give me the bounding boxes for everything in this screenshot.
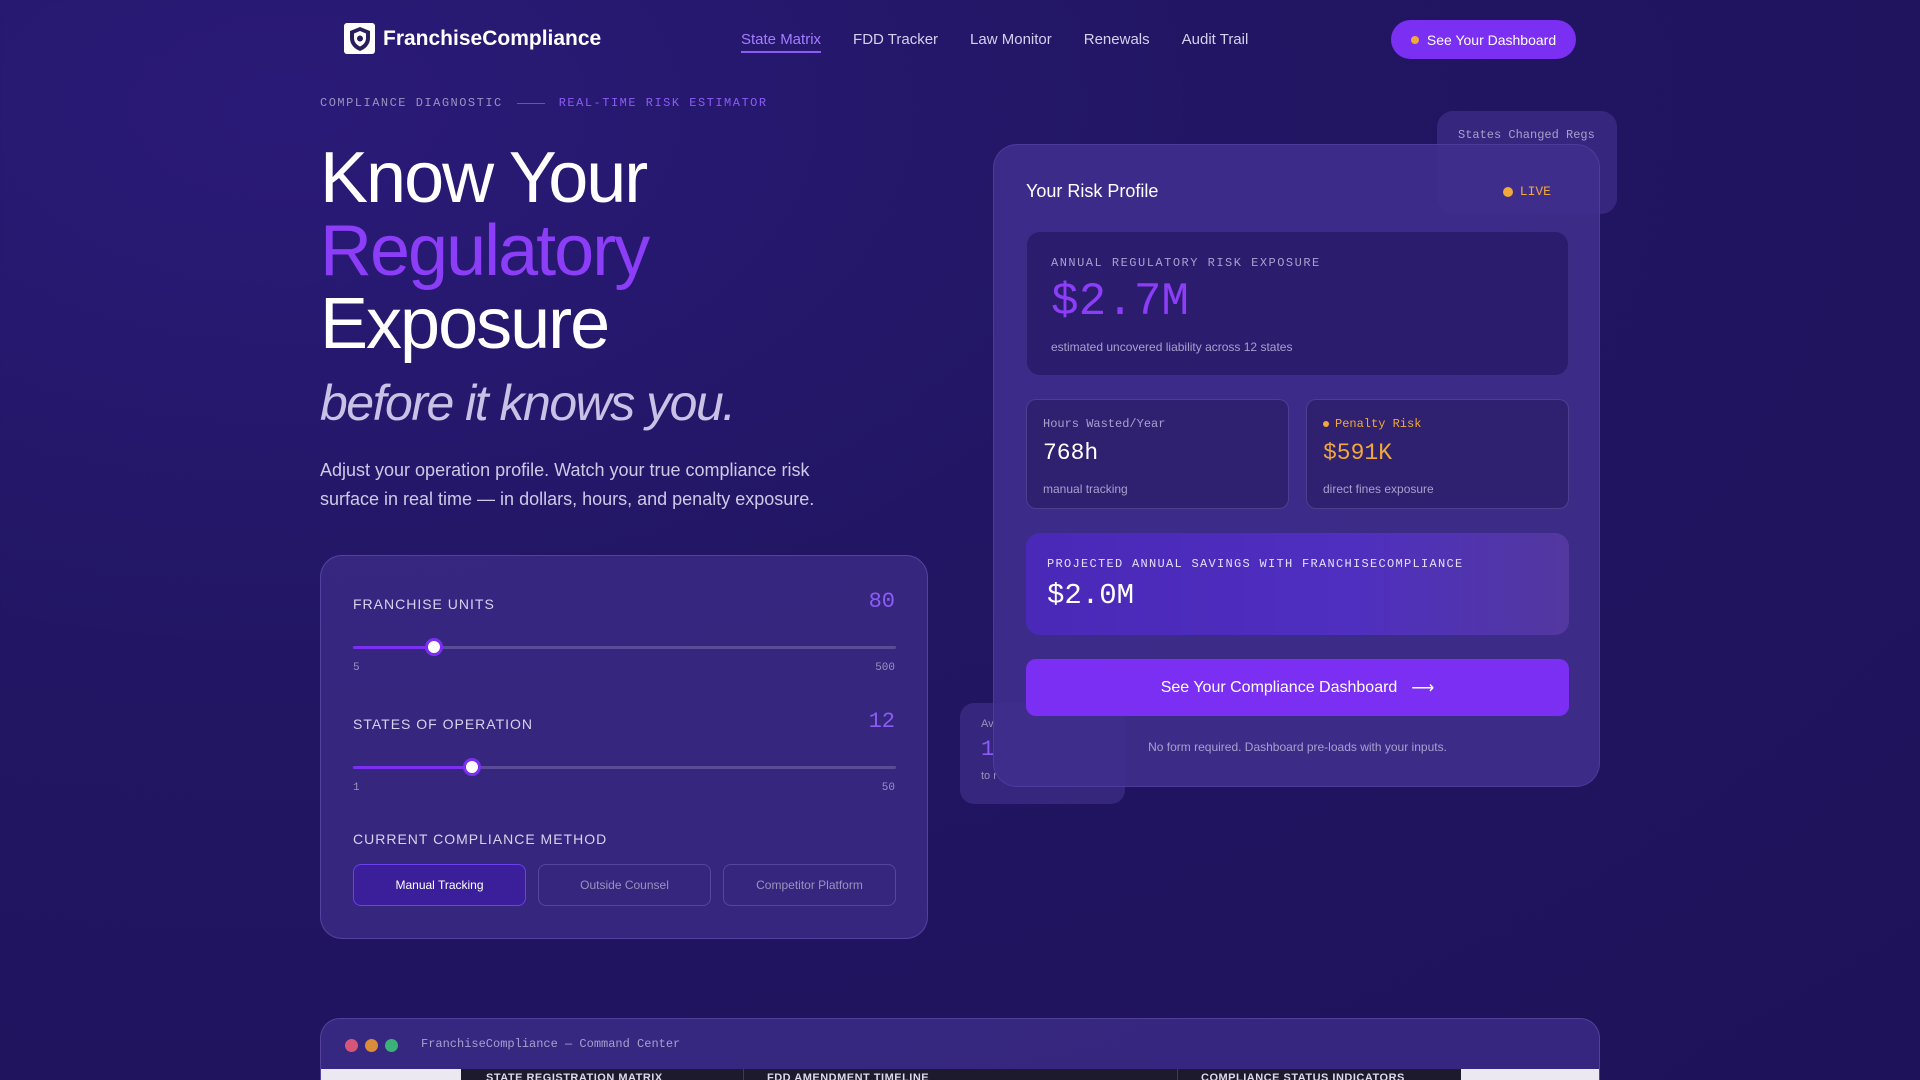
penalty-value: $591K bbox=[1323, 440, 1393, 466]
preview-column-3: COMPLIANCE STATUS INDICATORS bbox=[1201, 1072, 1405, 1080]
hours-note: manual tracking bbox=[1043, 482, 1128, 496]
nav-link-state-matrix[interactable]: State Matrix bbox=[741, 31, 822, 53]
method-label: CURRENT COMPLIANCE METHOD bbox=[353, 831, 608, 847]
live-badge: LIVE bbox=[1502, 184, 1551, 199]
exposure-label: ANNUAL REGULATORY RISK EXPOSURE bbox=[1051, 256, 1321, 270]
nav-link-law-monitor[interactable]: Law Monitor bbox=[970, 31, 1052, 53]
penalty-dot-icon bbox=[1323, 421, 1329, 427]
preview-divider-2 bbox=[1177, 1069, 1178, 1080]
units-max: 500 bbox=[875, 662, 895, 674]
title-line-1: Know Your bbox=[320, 138, 648, 218]
eyebrow: COMPLIANCE DIAGNOSTIC REAL-TIME RISK EST… bbox=[320, 96, 768, 110]
operation-profile-panel: FRANCHISE UNITS 80 5 500 STATES OF OPERA… bbox=[320, 555, 928, 939]
risk-profile-card: Your Risk Profile LIVE ANNUAL REGULATORY… bbox=[993, 144, 1600, 787]
title-line-2: Regulatory bbox=[320, 211, 650, 291]
window-minimize-dot-icon bbox=[365, 1039, 378, 1052]
hero-description: Adjust your operation profile. Watch you… bbox=[320, 460, 815, 509]
exposure-value: $2.7M bbox=[1051, 276, 1190, 328]
penalty-label-row: Penalty Risk bbox=[1323, 417, 1421, 431]
command-center-preview: FranchiseCompliance — Command Center STA… bbox=[320, 1018, 1600, 1080]
shield-logo-icon bbox=[344, 23, 375, 54]
method-selector: Manual Tracking Outside Counsel Competit… bbox=[353, 864, 896, 906]
preview-column-2: FDD AMENDMENT TIMELINE bbox=[767, 1072, 930, 1080]
states-slider-fill bbox=[353, 766, 473, 769]
method-competitor-platform-button[interactable]: Competitor Platform bbox=[723, 864, 896, 906]
see-dashboard-label: See Your Dashboard bbox=[1426, 31, 1557, 48]
average-stat-label: Av bbox=[981, 718, 994, 730]
savings-label: PROJECTED ANNUAL SAVINGS WITH FRANCHISEC… bbox=[1047, 557, 1464, 571]
eyebrow-tag: REAL-TIME RISK ESTIMATOR bbox=[558, 96, 768, 110]
compliance-dashboard-button[interactable]: See Your Compliance Dashboard ⟶ bbox=[1026, 659, 1569, 716]
eyebrow-label: COMPLIANCE DIAGNOSTIC bbox=[320, 96, 503, 110]
units-label: FRANCHISE UNITS bbox=[353, 596, 495, 612]
units-slider-fill bbox=[353, 646, 435, 649]
states-changed-label: States Changed Regs bbox=[1458, 128, 1595, 142]
units-value: 80 bbox=[868, 589, 895, 614]
states-slider[interactable] bbox=[353, 758, 896, 776]
live-label: LIVE bbox=[1519, 184, 1551, 199]
title-line-3: Exposure bbox=[320, 284, 610, 364]
nav-link-audit-trail[interactable]: Audit Trail bbox=[1182, 31, 1249, 53]
preview-column-1: STATE REGISTRATION MATRIX bbox=[486, 1072, 663, 1080]
savings-value: $2.0M bbox=[1047, 579, 1135, 612]
nav-link-renewals[interactable]: Renewals bbox=[1084, 31, 1150, 53]
units-slider[interactable] bbox=[353, 638, 896, 656]
units-slider-thumb[interactable] bbox=[425, 638, 444, 656]
hero-subtitle: before it knows you. bbox=[320, 375, 736, 431]
states-value: 12 bbox=[868, 709, 895, 734]
logo-text: FranchiseCompliance bbox=[383, 26, 602, 50]
preview-divider-1 bbox=[743, 1069, 744, 1080]
command-center-title: FranchiseCompliance — Command Center bbox=[421, 1037, 681, 1051]
method-outside-counsel-button[interactable]: Outside Counsel bbox=[538, 864, 711, 906]
savings-box: PROJECTED ANNUAL SAVINGS WITH FRANCHISEC… bbox=[1026, 533, 1569, 635]
exposure-note: estimated uncovered liability across 12 … bbox=[1051, 340, 1293, 354]
penalty-risk-card: Penalty Risk $591K direct fines exposure bbox=[1306, 399, 1569, 509]
states-label: STATES OF OPERATION bbox=[353, 716, 534, 732]
states-min: 1 bbox=[353, 782, 360, 794]
nav-link-fdd-tracker[interactable]: FDD Tracker bbox=[853, 31, 938, 53]
risk-profile-title: Your Risk Profile bbox=[1026, 181, 1159, 201]
method-manual-tracking-button[interactable]: Manual Tracking bbox=[353, 864, 526, 906]
states-max: 50 bbox=[881, 782, 895, 794]
states-slider-thumb[interactable] bbox=[463, 758, 482, 776]
window-maximize-dot-icon bbox=[385, 1039, 398, 1052]
arrow-right-icon: ⟶ bbox=[1411, 679, 1435, 697]
logo[interactable]: FranchiseCompliance bbox=[344, 23, 601, 54]
nav-links: State Matrix FDD Tracker Law Monitor Ren… bbox=[741, 31, 1248, 53]
hours-wasted-card: Hours Wasted/Year 768h manual tracking bbox=[1026, 399, 1289, 509]
page-title: Know Your Regulatory Exposure bbox=[320, 142, 650, 364]
units-min: 5 bbox=[353, 662, 360, 674]
compliance-dashboard-label: See Your Compliance Dashboard bbox=[1160, 678, 1398, 696]
live-dot-icon bbox=[1502, 186, 1513, 197]
hours-value: 768h bbox=[1043, 440, 1099, 466]
top-nav: FranchiseCompliance State Matrix FDD Tra… bbox=[0, 0, 1920, 80]
exposure-box: ANNUAL REGULATORY RISK EXPOSURE $2.7M es… bbox=[1026, 231, 1569, 376]
penalty-note: direct fines exposure bbox=[1323, 482, 1434, 496]
hours-label: Hours Wasted/Year bbox=[1043, 417, 1166, 431]
penalty-label: Penalty Risk bbox=[1335, 417, 1422, 431]
eyebrow-divider bbox=[516, 102, 545, 104]
window-close-dot-icon bbox=[345, 1039, 358, 1052]
status-dot-icon bbox=[1410, 35, 1419, 44]
risk-footnote: No form required. Dashboard pre-loads wi… bbox=[1148, 740, 1447, 754]
see-dashboard-button[interactable]: See Your Dashboard bbox=[1391, 20, 1576, 59]
